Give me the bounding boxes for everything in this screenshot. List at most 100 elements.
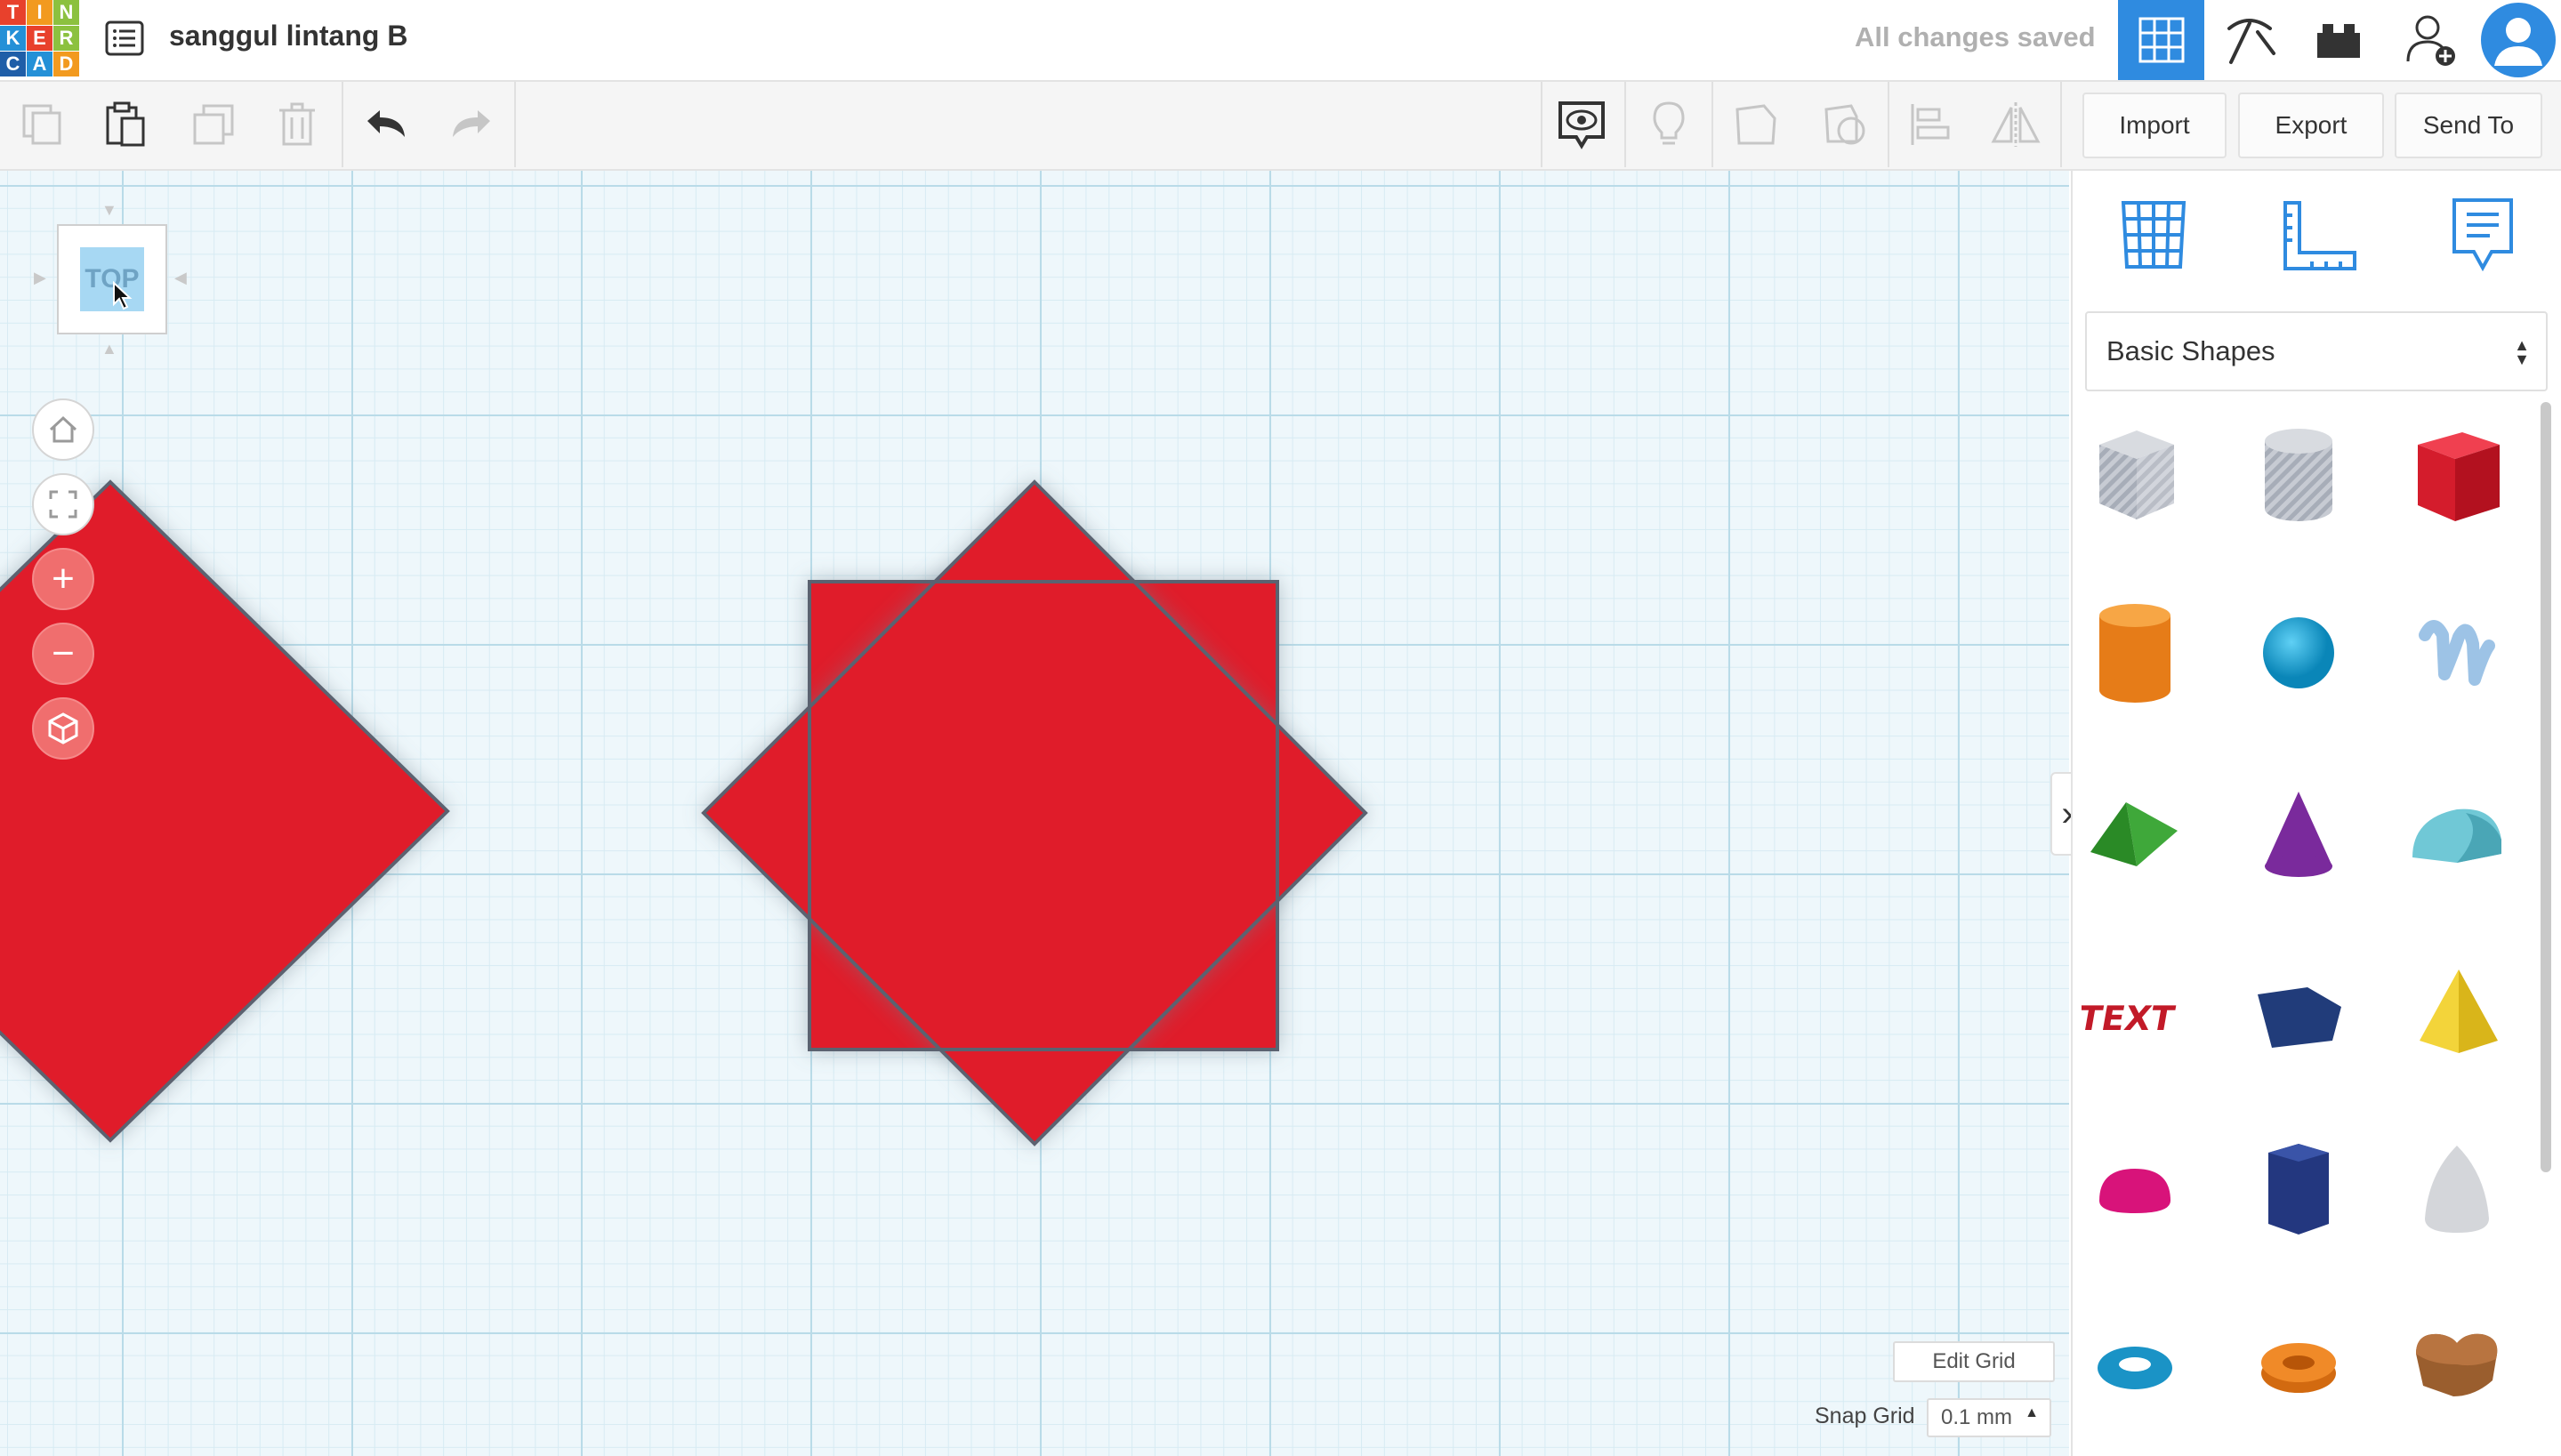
workplane-grid-icon <box>2121 201 2187 269</box>
mirror-button[interactable] <box>1989 98 2042 151</box>
zoom-in-button[interactable]: + <box>32 548 94 610</box>
design-title[interactable]: sanggul lintang B <box>169 20 407 52</box>
toolbar-divider <box>1888 82 1889 167</box>
group-shapes-icon <box>1736 104 1776 145</box>
logo-letter: E <box>27 26 52 51</box>
import-button[interactable]: Import <box>2082 93 2227 158</box>
view-cube-arrow-right-icon[interactable]: ◀ <box>174 269 187 287</box>
shape-sphere[interactable] <box>2236 591 2361 715</box>
shape-polygon[interactable] <box>2236 953 2361 1078</box>
tube-shape-icon <box>2261 1343 2336 1393</box>
undo-button[interactable] <box>359 98 413 151</box>
group-button[interactable] <box>1729 98 1783 151</box>
workplane[interactable]: TOP ▼ ▲ ▶ ◀ + − Edit Grid Snap Grid 0.1 … <box>0 171 2069 1456</box>
add-user-icon <box>2406 15 2455 66</box>
blocks-view-button[interactable] <box>2206 0 2292 80</box>
toolbar-divider <box>514 82 516 167</box>
tinkercad-logo[interactable]: T I N K E R C A D <box>0 0 80 76</box>
caret-up-icon: ▲ <box>2025 1405 2039 1420</box>
toolbar-divider <box>1541 82 1542 167</box>
logo-letter: K <box>0 26 26 51</box>
snap-grid-select[interactable]: 0.1 mm ▲ <box>1927 1398 2051 1437</box>
svg-text:TEXT: TEXT <box>2082 999 2178 1039</box>
workplane-shapes <box>0 479 1368 1146</box>
shape-roof[interactable] <box>2073 774 2197 898</box>
invite-user-button[interactable] <box>2388 0 2474 80</box>
notes-toggle-button[interactable] <box>1555 98 1608 151</box>
3d-design-view-button[interactable] <box>2118 0 2204 80</box>
design-list-button[interactable] <box>102 16 147 60</box>
box-shape-icon <box>2418 432 2500 521</box>
view-cube-arrow-left-icon[interactable]: ▶ <box>34 269 46 287</box>
edit-toolbar: Import Export Send To <box>0 82 2561 171</box>
logo-letter: R <box>53 26 79 51</box>
sphere-shape-icon <box>2263 617 2334 688</box>
shape-category-select[interactable]: Basic Shapes ▲ ▼ <box>2085 311 2548 391</box>
logo-letter: D <box>53 52 79 76</box>
export-button[interactable]: Export <box>2238 93 2384 158</box>
logo-letter: A <box>27 52 52 76</box>
shape-pyramid[interactable] <box>2395 953 2519 1078</box>
mirror-icon <box>1991 102 2041 147</box>
edit-grid-button[interactable]: Edit Grid <box>1893 1341 2055 1382</box>
align-left-icon <box>1911 104 1950 145</box>
paste-button[interactable] <box>98 98 151 151</box>
brick-icon <box>2316 24 2360 58</box>
zoom-out-button[interactable]: − <box>32 623 94 685</box>
save-status: All changes saved <box>1855 21 2096 52</box>
toolbar-divider <box>342 82 343 167</box>
cylinder-shape-icon <box>2099 604 2170 703</box>
bricks-view-button[interactable] <box>2295 0 2381 80</box>
send-to-button[interactable]: Send To <box>2395 93 2542 158</box>
logo-letter: N <box>53 0 79 25</box>
snap-grid-label: Snap Grid <box>1815 1404 1915 1428</box>
shape-box-hole[interactable] <box>2073 413 2197 537</box>
shape-round-roof[interactable] <box>2395 774 2519 898</box>
shape-text[interactable]: TEXT <box>2073 953 2197 1078</box>
shape-half-sphere[interactable] <box>2073 1130 2197 1254</box>
copy-icon <box>22 104 61 145</box>
shape-cylinder-hole[interactable] <box>2236 413 2361 537</box>
logo-letter: I <box>27 0 52 25</box>
roof-shape-icon <box>2090 802 2178 866</box>
shape-hexagonal-prism[interactable] <box>2236 1130 2361 1254</box>
copy-button[interactable] <box>16 98 69 151</box>
view-cube[interactable]: TOP <box>57 224 167 334</box>
delete-button[interactable] <box>270 98 324 151</box>
heart-shape-icon <box>2416 1333 2498 1396</box>
hexagonal-prism-shape-icon <box>2268 1144 2329 1235</box>
align-button[interactable] <box>1904 98 1957 151</box>
minus-icon: − <box>52 631 75 675</box>
box-hole-shape-icon <box>2099 430 2174 519</box>
redo-icon <box>453 110 490 137</box>
shape-category-value: Basic Shapes <box>2106 335 2275 366</box>
home-icon <box>49 415 77 443</box>
view-cube-arrow-down-icon[interactable]: ▲ <box>101 340 117 358</box>
shape-cylinder[interactable] <box>2073 591 2197 715</box>
shape-torus[interactable] <box>2073 1302 2197 1427</box>
shape-scribble[interactable] <box>2395 591 2519 715</box>
trash-icon <box>279 102 315 146</box>
duplicate-button[interactable] <box>187 98 240 151</box>
shape-box[interactable] <box>2395 413 2519 537</box>
user-avatar-button[interactable] <box>2475 0 2561 80</box>
workplane-tool-button[interactable] <box>2105 190 2203 279</box>
perspective-toggle-button[interactable] <box>32 697 94 760</box>
cylinder-hole-shape-icon <box>2265 429 2332 521</box>
shape-paraboloid[interactable] <box>2395 1130 2519 1254</box>
view-cube-arrow-up-icon[interactable]: ▼ <box>101 201 117 220</box>
shape-tube[interactable] <box>2236 1302 2361 1427</box>
redo-button[interactable] <box>445 98 498 151</box>
notes-tool-button[interactable] <box>2434 190 2532 279</box>
undo-icon <box>367 110 405 137</box>
ruler-tool-button[interactable] <box>2270 190 2368 279</box>
ruler-icon <box>2283 201 2356 270</box>
fit-view-button[interactable] <box>32 473 94 535</box>
home-view-button[interactable] <box>32 398 94 461</box>
shape-cone[interactable] <box>2236 774 2361 898</box>
hint-button[interactable] <box>1642 98 1695 151</box>
duplicate-icon <box>193 104 234 145</box>
shapes-panel-scrollbar[interactable] <box>2541 402 2551 1172</box>
shape-heart[interactable] <box>2395 1302 2519 1427</box>
ungroup-button[interactable] <box>1818 98 1872 151</box>
